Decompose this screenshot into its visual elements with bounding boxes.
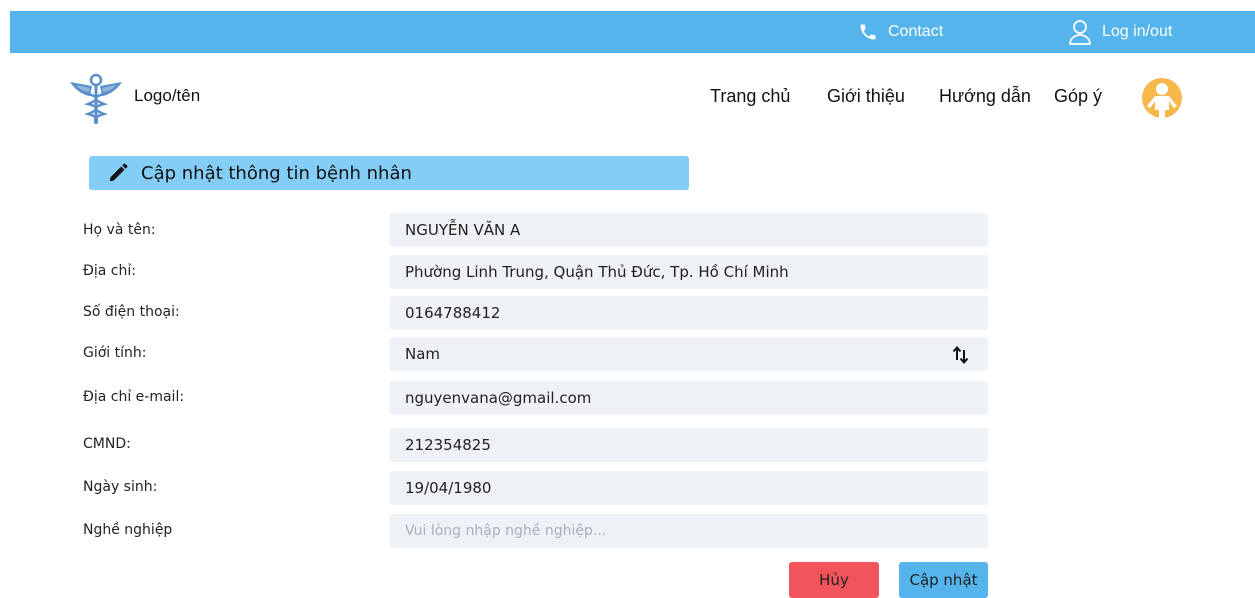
top-bar: Contact Log in/out bbox=[10, 11, 1255, 53]
nav-about[interactable]: Giới thiệu bbox=[827, 86, 905, 107]
update-button[interactable]: Cập nhật bbox=[899, 562, 988, 598]
nav-guide[interactable]: Hướng dẫn bbox=[939, 86, 1031, 107]
birth-date-field[interactable]: 19/04/1980 bbox=[390, 471, 988, 505]
contact-label: Contact bbox=[888, 23, 944, 40]
full-name-field[interactable]: NGUYỄN VĂN A bbox=[390, 213, 988, 247]
occupation-field[interactable]: Vui lòng nhập nghề nghiệp... bbox=[390, 514, 988, 548]
phone-icon bbox=[860, 24, 876, 40]
label-address: Địa chỉ: bbox=[83, 263, 136, 279]
label-occupation: Nghề nghiệp bbox=[83, 522, 173, 538]
caduceus-icon bbox=[70, 73, 122, 124]
label-birth-date: Ngày sinh: bbox=[83, 479, 158, 495]
email-field[interactable]: nguyenvana@gmail.com bbox=[390, 381, 988, 415]
logo-text[interactable]: Logo/tên bbox=[134, 86, 200, 106]
label-full-name: Họ và tên: bbox=[83, 222, 156, 238]
cancel-button[interactable]: Hủy bbox=[789, 562, 879, 598]
user-avatar[interactable] bbox=[1142, 78, 1182, 118]
address-field[interactable]: Phường Linh Trung, Quận Thủ Đức, Tp. Hồ … bbox=[390, 255, 988, 289]
gender-select[interactable]: Nam bbox=[390, 337, 988, 371]
gender-select-value: Nam bbox=[405, 345, 441, 363]
form-title-bar: Cập nhật thông tin bệnh nhân bbox=[89, 156, 689, 190]
label-id-number: CMND: bbox=[83, 436, 131, 452]
sort-arrows-icon bbox=[952, 345, 969, 365]
phone-field[interactable]: 0164788412 bbox=[390, 296, 988, 330]
nav-home[interactable]: Trang chủ bbox=[710, 86, 790, 107]
label-email: Địa chỉ e-mail: bbox=[83, 389, 185, 405]
user-avatar-icon bbox=[1147, 83, 1177, 118]
id-number-field[interactable]: 212354825 bbox=[390, 428, 988, 462]
contact-link[interactable]: Contact bbox=[858, 11, 943, 53]
nav-feedback[interactable]: Góp ý bbox=[1054, 86, 1102, 107]
label-gender: Giới tính: bbox=[83, 345, 147, 361]
label-phone: Số điện thoại: bbox=[83, 304, 180, 320]
pencil-icon bbox=[109, 163, 128, 182]
login-logout-link[interactable]: Log in/out bbox=[1068, 11, 1172, 53]
user-icon bbox=[1069, 20, 1091, 45]
form-title: Cập nhật thông tin bệnh nhân bbox=[141, 162, 412, 184]
login-logout-label: Log in/out bbox=[1102, 23, 1173, 40]
